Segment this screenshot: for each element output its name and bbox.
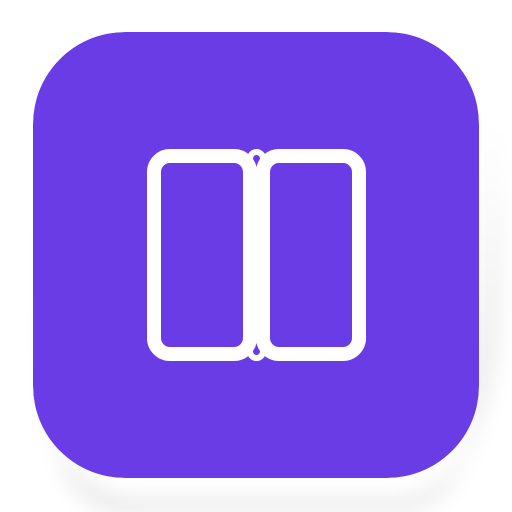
icon-canvas — [0, 0, 512, 512]
dual-screen-app-icon[interactable] — [33, 32, 479, 478]
dual-screen-device-icon — [33, 32, 479, 478]
